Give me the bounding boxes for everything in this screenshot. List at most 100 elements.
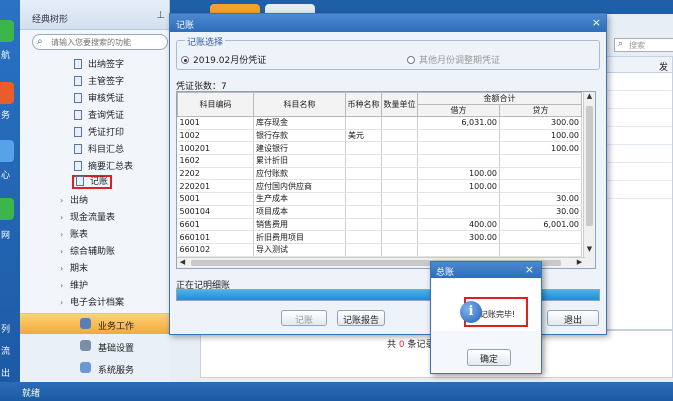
cell-debit: 100.00 — [417, 167, 500, 181]
cell-debit — [417, 154, 500, 168]
scroll-up-icon[interactable]: ▲ — [584, 92, 595, 103]
document-icon — [74, 110, 82, 120]
ok-button[interactable]: 确定 — [467, 349, 511, 366]
workspace-basic-settings[interactable]: 基础设置 — [20, 336, 170, 356]
tree-item-print-voucher[interactable]: 凭证打印 — [74, 125, 124, 138]
tree-group-aux-ledger[interactable]: › 综合辅助账 — [60, 244, 115, 257]
close-icon[interactable]: × — [525, 263, 534, 276]
tree-group-books[interactable]: › 账表 — [60, 227, 88, 240]
cell-name: 项目成本 — [253, 205, 346, 219]
tree-group-period-end[interactable]: › 期末 — [60, 261, 88, 274]
post-report-button[interactable]: 记账报告 — [337, 310, 385, 326]
nav-icon-3[interactable] — [0, 140, 14, 162]
chevron-right-icon: › — [60, 281, 64, 290]
tree-title: 经典树形 — [32, 15, 69, 25]
cell-name: 银行存款 — [253, 129, 346, 143]
tree-group-maintenance[interactable]: › 维护 — [60, 278, 88, 291]
cell-currency — [345, 116, 382, 130]
chevron-right-icon: › — [60, 298, 64, 307]
cell-code: 220201 — [177, 179, 254, 194]
tree-item-query-voucher[interactable]: 查询凭证 — [74, 108, 124, 121]
scroll-left-icon[interactable]: ◀ — [177, 258, 188, 268]
nav-label-7: 出 — [1, 369, 11, 379]
tree-item-cashier-sign[interactable]: 出纳签字 — [74, 57, 124, 70]
vertical-scrollbar[interactable]: ▲ ▼ — [583, 92, 595, 268]
cell-code: 1602 — [177, 154, 254, 168]
tree-item-posting[interactable]: 记账 — [72, 174, 113, 189]
gear-icon — [80, 340, 91, 351]
cell-unit — [381, 218, 418, 232]
table-row[interactable]: 100201 建设银行 100.00 — [177, 141, 582, 156]
tree-search-input[interactable] — [51, 36, 163, 48]
radio-other-month[interactable]: 其他月份调整期凭证 — [407, 53, 500, 66]
alert-title: 总账 — [436, 268, 455, 278]
exit-button[interactable]: 退出 — [547, 310, 599, 326]
close-icon[interactable]: × — [592, 16, 601, 29]
search-icon: ⌕ — [618, 39, 624, 49]
cell-debit — [417, 192, 500, 206]
alert-message: 记账完毕! — [480, 310, 516, 319]
section-label: 记账选择 — [185, 35, 226, 48]
chevron-right-icon: › — [60, 264, 64, 273]
tree-item-summary-table[interactable]: 摘要汇总表 — [74, 159, 133, 172]
background-search[interactable]: ⌕ 搜索 — [614, 38, 673, 52]
table-row[interactable]: 660101 折旧费用项目 300.00 — [177, 230, 582, 244]
workspace-switcher: 业务工作 基础设置 系统服务 — [20, 313, 170, 382]
alert-body: 记账完毕! i — [432, 279, 540, 331]
search-icon[interactable]: ⌕ — [37, 36, 43, 47]
cell-credit — [499, 230, 582, 244]
service-icon — [80, 362, 91, 373]
col-currency: 币种名称 — [345, 92, 382, 117]
cell-unit — [381, 129, 418, 143]
pin-icon[interactable]: ⊥ — [156, 10, 165, 21]
table-row[interactable]: 660102 导入测试 — [177, 243, 582, 257]
cell-unit — [381, 243, 418, 257]
cell-credit — [499, 243, 582, 257]
workspace-system-service[interactable]: 系统服务 — [20, 358, 170, 378]
cell-debit: 400.00 — [417, 218, 500, 232]
table-row[interactable]: 2202 应付账款 100.00 — [177, 167, 582, 181]
nav-icon-4[interactable] — [0, 198, 14, 220]
chevron-right-icon: › — [60, 213, 64, 222]
tree-group-e-archive[interactable]: › 电子会计档案 — [60, 295, 124, 308]
workspace-business[interactable]: 业务工作 — [20, 314, 170, 334]
table-row[interactable]: 6601 销售费用 400.00 6,001.00 — [177, 218, 582, 232]
tree-item-supervisor-sign[interactable]: 主管签字 — [74, 74, 124, 87]
nav-icon-2[interactable] — [0, 82, 14, 104]
cell-debit — [417, 243, 500, 257]
cell-currency: 美元 — [345, 129, 382, 143]
table-row[interactable]: 500104 项目成本 30.00 — [177, 205, 582, 219]
tree-group-cashier[interactable]: › 出纳 — [60, 193, 88, 206]
nav-label-5: 列 — [1, 325, 11, 335]
status-bar: 就绪 — [0, 382, 673, 401]
cell-credit: 100.00 — [499, 129, 582, 143]
radio-current-month[interactable]: 2019.02月份凭证 — [181, 53, 266, 66]
nav-icon-1[interactable] — [0, 20, 14, 42]
tree-item-account-summary[interactable]: 科目汇总 — [74, 142, 124, 155]
table-row[interactable]: 1602 累计折旧 — [177, 154, 582, 168]
col-amount-group: 金额合计 — [417, 92, 582, 105]
cell-unit — [381, 116, 418, 130]
tree-item-audit-voucher[interactable]: 审核凭证 — [74, 91, 124, 104]
cell-name: 建设银行 — [253, 141, 346, 156]
col-debit: 借方 — [417, 104, 500, 117]
tree-group-cashflow[interactable]: › 现金流量表 — [60, 210, 115, 223]
table-row[interactable]: 1001 库存现金 6,031.00 300.00 — [177, 116, 582, 130]
table-row[interactable]: 220201 应付国内供应商 100.00 — [177, 179, 582, 194]
post-button[interactable]: 记账 — [281, 310, 327, 326]
document-icon — [74, 59, 82, 69]
cell-currency — [345, 141, 382, 156]
chevron-right-icon: › — [60, 230, 64, 239]
ledger-alert-dialog: 总账 × 记账完毕! i 确定 — [430, 261, 542, 374]
scroll-thumb[interactable] — [586, 106, 593, 226]
table-row[interactable]: 5001 生产成本 30.00 — [177, 192, 582, 206]
workspace-system-label: 系统服务 — [98, 366, 135, 376]
table-row[interactable]: 1002 银行存款 美元 100.00 — [177, 129, 582, 143]
radio-selected-icon — [181, 56, 189, 64]
cell-code: 660101 — [177, 230, 254, 244]
scroll-right-icon[interactable]: ▶ — [574, 258, 585, 268]
scroll-down-icon[interactable]: ▼ — [584, 245, 595, 256]
document-icon — [76, 176, 84, 186]
cell-credit — [499, 167, 582, 181]
document-icon — [74, 161, 82, 171]
